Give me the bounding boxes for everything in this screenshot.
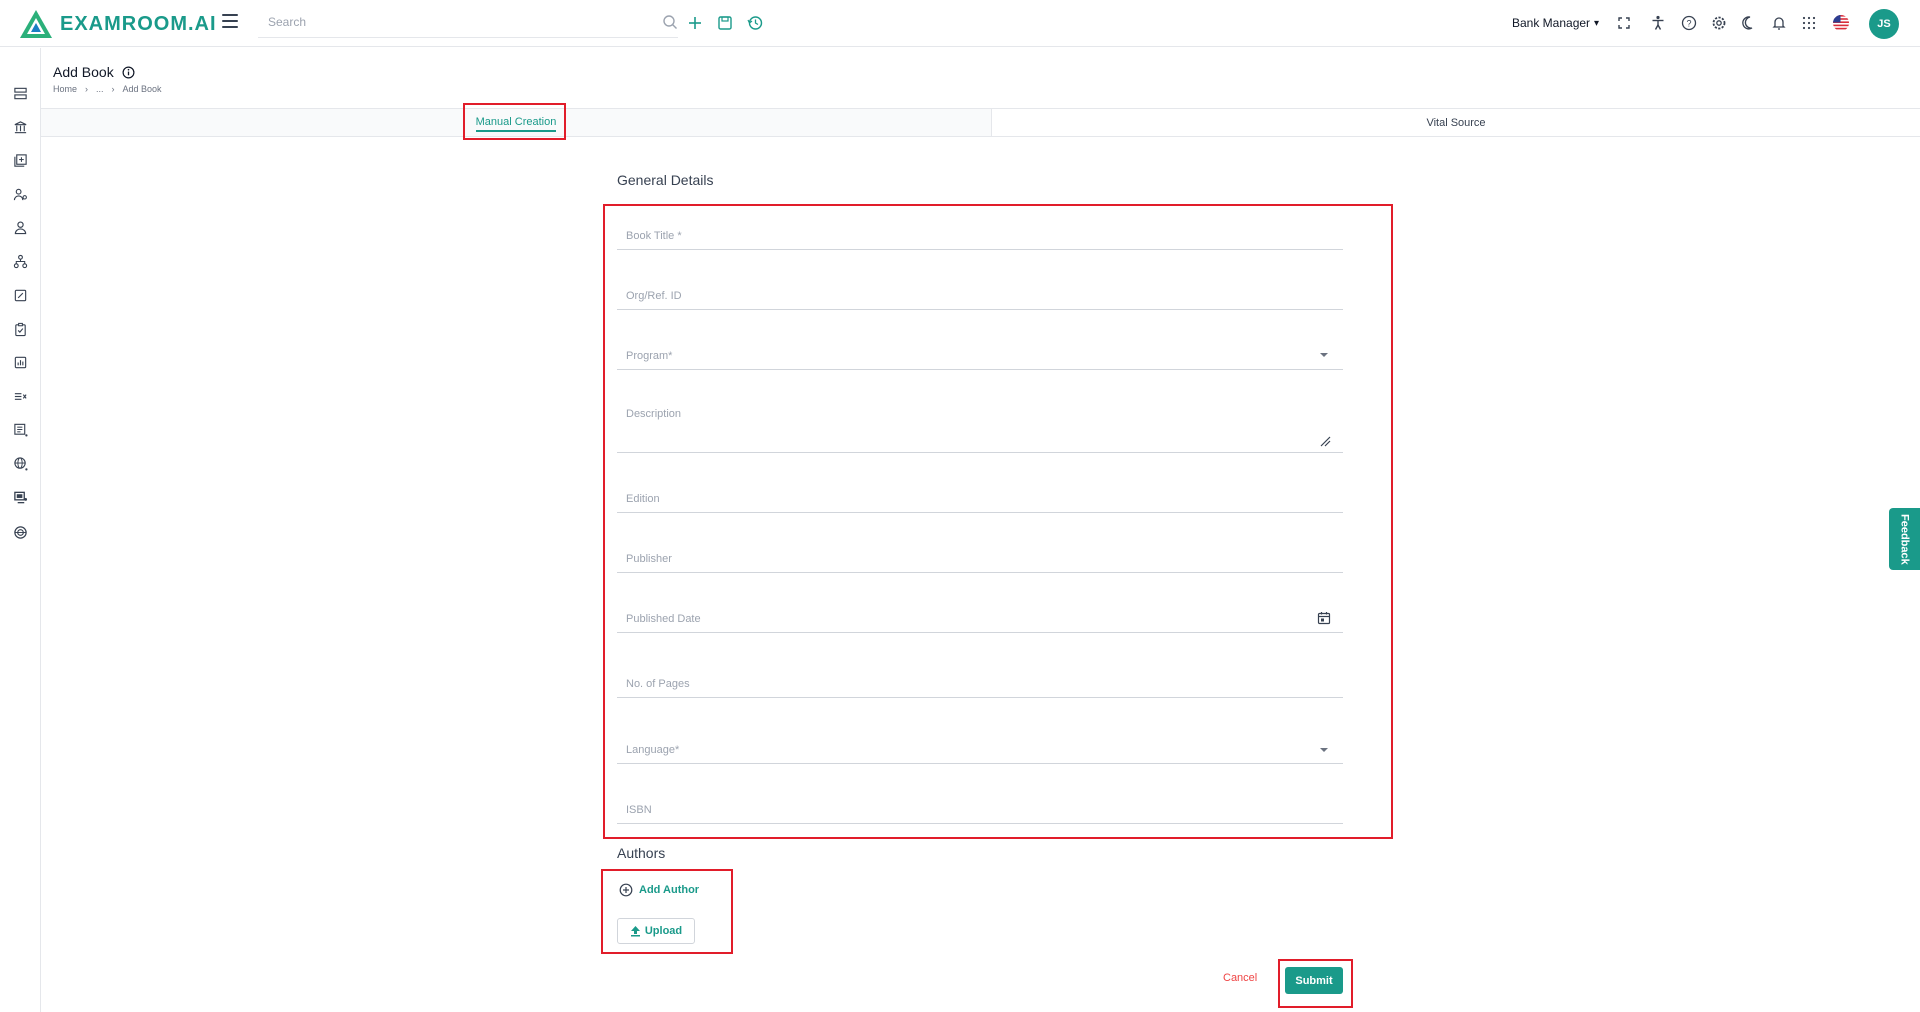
breadcrumb-ellipsis[interactable]: ...	[96, 84, 104, 94]
isbn-field	[617, 796, 1343, 824]
add-author-button[interactable]: Add Author	[619, 883, 699, 897]
brand-name: EXAMROOM.AI	[60, 12, 217, 35]
chevron-down-icon: ▾	[1594, 17, 1600, 29]
description-input[interactable]	[617, 402, 1343, 452]
caret-down-icon	[1320, 353, 1328, 357]
submit-button[interactable]: Submit	[1285, 967, 1343, 994]
tab-manual-creation[interactable]: Manual Creation	[41, 109, 991, 136]
tab-bar: Manual Creation Vital Source	[41, 108, 1920, 137]
apps-grid-icon[interactable]	[1800, 14, 1818, 32]
description-field	[617, 402, 1343, 453]
org-ref-id-input[interactable]	[617, 282, 1343, 309]
search-input[interactable]	[258, 8, 648, 36]
hierarchy-icon[interactable]	[13, 254, 28, 269]
program-select[interactable]	[617, 342, 1343, 370]
dark-mode-icon[interactable]	[1740, 14, 1758, 32]
info-icon[interactable]	[122, 66, 135, 79]
tab-label: Manual Creation	[475, 116, 557, 132]
breadcrumb-separator: ›	[85, 84, 89, 94]
upload-label: Upload	[644, 925, 683, 937]
search-icon[interactable]	[662, 14, 678, 30]
page-title: Add Book	[53, 64, 135, 80]
monitor-icon[interactable]	[13, 490, 28, 505]
sidebar	[0, 48, 41, 1012]
checklist-icon[interactable]	[13, 322, 28, 337]
report-icon[interactable]	[13, 355, 28, 370]
breadcrumb-separator: ›	[111, 84, 115, 94]
users-icon[interactable]	[13, 187, 28, 202]
us-flag-icon[interactable]	[1832, 14, 1850, 32]
published-date-field	[617, 605, 1343, 633]
history-icon[interactable]	[746, 14, 764, 32]
add-circle-icon	[619, 883, 633, 897]
tab-vital-source[interactable]: Vital Source	[991, 109, 1920, 136]
caret-down-icon	[1320, 748, 1328, 752]
logo[interactable]: EXAMROOM.AI	[18, 8, 217, 40]
globe-icon[interactable]	[13, 456, 28, 471]
help-icon[interactable]: ?	[1680, 14, 1698, 32]
accessibility-icon[interactable]	[1649, 14, 1667, 32]
upload-icon	[630, 926, 640, 937]
tab-label: Vital Source	[1426, 116, 1486, 129]
settings-icon[interactable]	[1710, 14, 1728, 32]
isbn-input[interactable]	[617, 796, 1343, 823]
save-icon[interactable]	[716, 14, 734, 32]
book-title-field	[617, 222, 1343, 250]
authors-heading: Authors	[617, 845, 666, 861]
svg-text:?: ?	[1686, 19, 1691, 29]
user-icon[interactable]	[13, 220, 28, 235]
org-ref-id-field	[617, 282, 1343, 310]
book-icon[interactable]	[13, 422, 28, 437]
plus-icon[interactable]	[686, 14, 704, 32]
layers-icon[interactable]	[13, 86, 28, 101]
notification-icon[interactable]	[1770, 14, 1788, 32]
hamburger-menu-icon[interactable]	[222, 14, 238, 32]
role-label: Bank Manager	[1512, 16, 1591, 30]
no-of-pages-input[interactable]	[617, 670, 1343, 697]
calendar-icon[interactable]	[1317, 611, 1331, 625]
publisher-field	[617, 545, 1343, 573]
breadcrumb-current: Add Book	[122, 84, 162, 94]
cancel-button[interactable]: Cancel	[1223, 972, 1257, 984]
bank-icon[interactable]	[13, 120, 28, 135]
web-icon[interactable]	[13, 525, 28, 540]
language-input[interactable]	[617, 736, 1343, 763]
edition-field	[617, 485, 1343, 513]
edition-input[interactable]	[617, 485, 1343, 512]
published-date-input[interactable]	[617, 605, 1343, 632]
role-dropdown[interactable]: Bank Manager ▾	[1512, 16, 1599, 30]
page-title-text: Add Book	[53, 64, 114, 80]
logo-icon	[20, 10, 52, 38]
top-bar: EXAMROOM.AI Bank Manager ▾	[0, 0, 1920, 47]
general-details-heading: General Details	[617, 172, 714, 188]
book-title-input[interactable]	[617, 222, 1343, 249]
no-of-pages-field	[617, 670, 1343, 698]
language-select[interactable]	[617, 736, 1343, 764]
upload-button[interactable]: Upload	[617, 918, 695, 944]
feedback-tab[interactable]: Feedback	[1889, 508, 1920, 570]
breadcrumb: Home › ... › Add Book	[53, 84, 162, 94]
program-input[interactable]	[617, 342, 1343, 369]
list-icon[interactable]	[13, 389, 28, 404]
search-box	[258, 8, 678, 38]
fullscreen-icon[interactable]	[1615, 14, 1633, 32]
library-icon[interactable]	[13, 153, 28, 168]
add-author-label: Add Author	[639, 884, 700, 896]
edit-doc-icon[interactable]	[13, 288, 28, 303]
breadcrumb-home[interactable]: Home	[53, 84, 77, 94]
resize-handle-icon[interactable]	[1319, 435, 1331, 447]
publisher-input[interactable]	[617, 545, 1343, 572]
avatar[interactable]: JS	[1869, 9, 1899, 39]
